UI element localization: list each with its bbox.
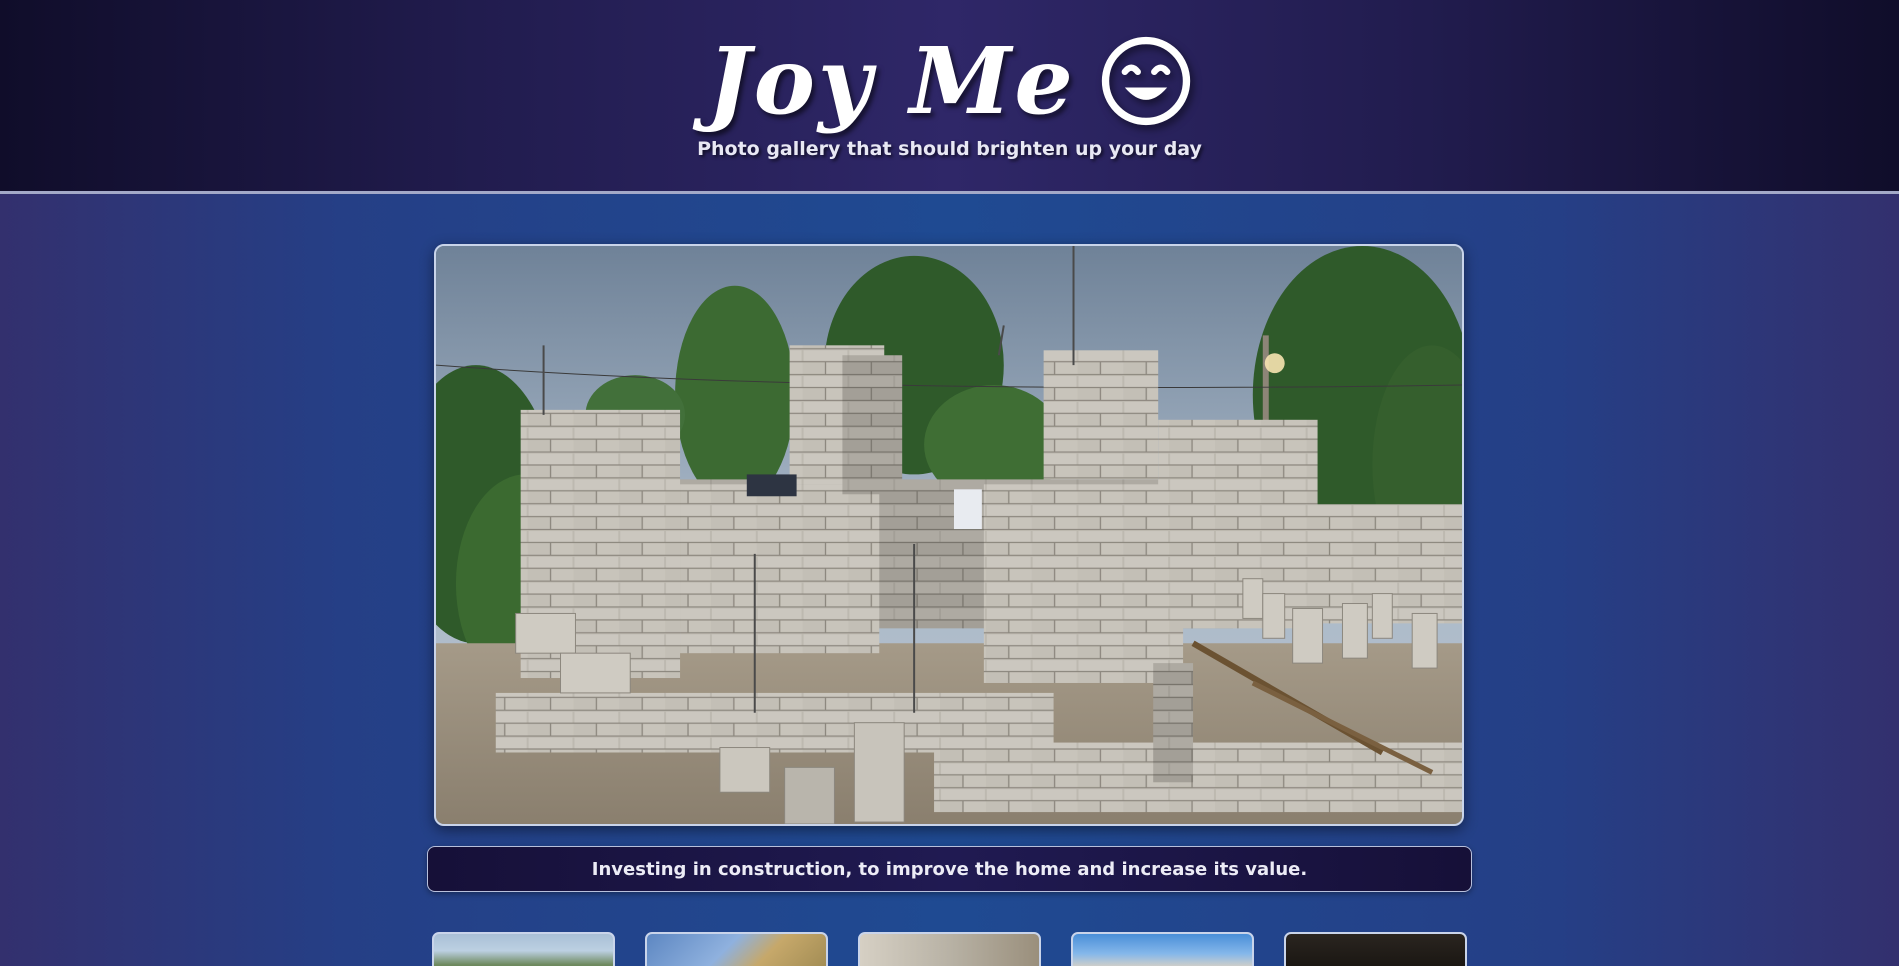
thumbnail-4[interactable] — [1071, 932, 1254, 966]
main-photo — [436, 246, 1462, 824]
smiley-face-icon — [1101, 36, 1191, 126]
main-photo-viewer[interactable] — [434, 244, 1464, 826]
site-title[interactable]: Joy Me — [707, 27, 1076, 135]
thumbnail-2[interactable] — [645, 932, 828, 966]
site-tagline: Photo gallery that should brighten up yo… — [697, 138, 1202, 160]
thumbnail-strip — [432, 932, 1467, 966]
thumbnail-3[interactable] — [858, 932, 1041, 966]
thumbnail-5[interactable] — [1284, 932, 1467, 966]
brand: Joy Me — [0, 16, 1899, 146]
thumbnail-1[interactable] — [432, 932, 615, 966]
photo-caption: Investing in construction, to improve th… — [427, 846, 1472, 892]
site-header: Joy Me Photo gallery that should brighte… — [0, 0, 1899, 194]
